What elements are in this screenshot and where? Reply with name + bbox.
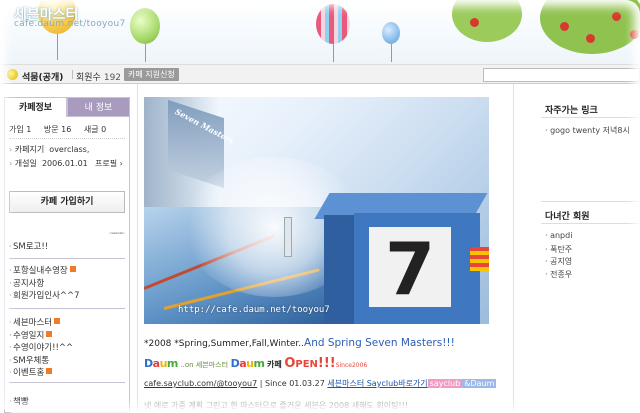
- sidebar-menu-label: SM로고!!: [13, 242, 49, 252]
- tree-icon: [452, 0, 522, 42]
- favorite-links-title: 자주가는 링크: [545, 106, 598, 116]
- apple-icon: [470, 18, 479, 27]
- sayclub-shortcut-link[interactable]: 세븐마스터 Sayclub바로가기: [327, 379, 427, 388]
- sidebar-menu-label: 회원가입인사^^7: [13, 291, 80, 301]
- sidebar-menu-item[interactable]: ·이벤트홈: [9, 366, 127, 379]
- sidebar-menu-label: 책빵: [13, 397, 29, 407]
- tab-cafe-info[interactable]: 카페정보: [4, 97, 67, 117]
- sidebar-menu-label: 세븐마스터: [13, 318, 53, 328]
- menu-group: ·SM로고!!: [9, 240, 127, 253]
- balloon-icon: [382, 22, 400, 44]
- menu-group: ·세븐마스터 ·수영일지 ·수영이야기!!^^ ·SM우체통 ·이벤트홈: [9, 316, 127, 379]
- daum-open-line: Daum ..on 세븐마스터 Daum 카페 OPEN!!!Since2006: [144, 356, 368, 371]
- intro-line: 넷 에로 가중 계획 그린고 한 마스터으로 즐거운 세븐은 2008 새해도 …: [144, 401, 409, 410]
- tab-my-info[interactable]: 내 정보: [67, 97, 130, 117]
- photo-url-text: http://cafe.daum.net/tooyou7: [178, 305, 330, 315]
- column-divider: [137, 84, 138, 413]
- divider: [541, 223, 640, 224]
- favorite-link-item[interactable]: · gogo twenty 저녁8시: [545, 125, 630, 138]
- sidebar-menu-label: 수영이야기!!^^: [13, 343, 74, 353]
- recent-visitors-list: · anpdi · 폭탄주 · 공지영 · 전종우: [545, 231, 572, 281]
- sidebar-menu-item[interactable]: ·SM로고!!: [9, 240, 127, 253]
- sidebar-menu-item[interactable]: ·수영일지: [9, 329, 127, 342]
- divider: [9, 308, 125, 309]
- member-count: 회원수 192: [76, 73, 122, 83]
- cafe-support-button[interactable]: 카페 지원신청: [124, 68, 179, 81]
- divider: [541, 201, 640, 202]
- stat-posts: 새글 0: [83, 125, 107, 134]
- divider: [541, 117, 640, 118]
- new-badge-icon: [46, 368, 53, 374]
- sidebar-menu-item[interactable]: ·세븐마스터: [9, 316, 127, 329]
- menu-group: ·책빵: [9, 395, 127, 408]
- profile-link[interactable]: 프로필 ›: [95, 158, 123, 169]
- apple-icon: [612, 12, 621, 21]
- founded-row: › 개설일 2006.01.01: [9, 159, 88, 168]
- daum-logo: Daum: [144, 357, 178, 370]
- divider: [9, 258, 125, 259]
- manager-name[interactable]: overclass,: [49, 145, 89, 154]
- favorite-links-list: · gogo twenty 저녁8시: [545, 125, 630, 138]
- apple-icon: [630, 30, 639, 39]
- chevron-right-icon: ›: [119, 159, 123, 168]
- visitor-item[interactable]: · 폭탄주: [545, 244, 572, 257]
- sidebar-menu-item[interactable]: ·책빵: [9, 395, 127, 408]
- cafe-grade: 석뭄(공개): [22, 73, 64, 83]
- sayclub-cafe-link[interactable]: cafe.sayclub.com/@tooyou7: [144, 379, 257, 388]
- stat-level: 가입 1: [9, 125, 32, 134]
- sidebar-menu-label: SM우체통: [13, 355, 50, 366]
- slogan-line: *2008 *Spring,Summer,Fall,Winter..And Sp…: [144, 337, 455, 349]
- menu-group: ·포항실내수영장 ·공지사항 ·회원가입인사^^7: [9, 264, 127, 302]
- sidebar-menu-item[interactable]: ·포항실내수영장: [9, 264, 127, 277]
- divider: [9, 138, 125, 139]
- sidebar-menu-item[interactable]: ·회원가입인사^^7: [9, 289, 127, 302]
- cafe-main-photo: Seven Masters 7 http://cafe.daum.net/too…: [144, 97, 489, 324]
- visitor-item[interactable]: · 전종우: [545, 269, 572, 282]
- right-column: 자주가는 링크 · gogo twenty 저녁8시 다녀간 회원 · anpd…: [541, 97, 640, 413]
- new-badge-icon: [46, 330, 53, 337]
- cafe-navbar: 석뭄(공개) | 회원수 192 카페 지원신청: [0, 64, 640, 84]
- sidebar-menu-item[interactable]: ·공지사항: [9, 277, 127, 290]
- divider: |: [71, 70, 75, 80]
- visitor-item[interactable]: · anpdi: [545, 231, 572, 244]
- divider: [9, 382, 125, 383]
- sidebar-menu-label: 이벤트홈: [13, 368, 45, 378]
- cafe-url[interactable]: cafe.daum.net/tooyou7: [14, 19, 126, 29]
- join-cafe-button[interactable]: 카페 가입하기: [9, 191, 125, 213]
- header-banner: 세븐마스터 cafe.daum.net/tooyou7: [0, 0, 640, 64]
- grade-icon: [7, 69, 18, 80]
- apple-icon: [560, 22, 569, 31]
- cafe-stats: 가입 1 방문 16 새글 0: [9, 124, 116, 135]
- recent-visitors-title: 다녀간 회원: [545, 212, 590, 222]
- column-divider: [513, 84, 514, 413]
- sidebar-menu-label: 공지사항: [13, 278, 45, 289]
- sidebar-tabs: 카페정보 내 정보: [4, 97, 130, 117]
- lane-number: 7: [369, 227, 451, 311]
- sidebar-menu-item[interactable]: ·수영이야기!!^^: [9, 341, 127, 354]
- new-badge-icon: [54, 318, 61, 324]
- balloon-icon: [130, 8, 160, 44]
- main-content: Seven Masters 7 http://cafe.daum.net/too…: [144, 97, 497, 413]
- apple-icon: [586, 34, 595, 43]
- stat-visits: 방문 16: [43, 125, 72, 134]
- sidebar-menu-label: 수영일지: [13, 330, 45, 341]
- cafe-menu: ·SM로고!! ·포항실내수영장 ·공지사항 ·회원가입인사^^7 ·세븐마스터 ·수…: [4, 234, 130, 413]
- manager-row: › 카페지기 overclass,: [9, 145, 90, 154]
- new-badge-icon: [69, 266, 76, 272]
- search-input[interactable]: [483, 68, 640, 82]
- tree-icon: [540, 0, 640, 54]
- daum-logo: Daum: [230, 357, 265, 370]
- balloon-icon: [316, 4, 350, 44]
- links-line: cafe.sayclub.com/@tooyou7 | Since 01.03.…: [144, 379, 497, 388]
- visitor-item[interactable]: · 공지영: [545, 256, 572, 269]
- cafe-page: 세븐마스터 cafe.daum.net/tooyou7 석뭄(공개) | 회원수…: [0, 0, 640, 413]
- left-sidebar: 카페정보 내 정보 가입 1 방문 16 새글 0 › 카페지기 overcla…: [4, 97, 130, 413]
- sidebar-menu-label: 포항실내수영장: [13, 266, 68, 276]
- sidebar-menu-item[interactable]: ·SM우체통: [9, 354, 127, 367]
